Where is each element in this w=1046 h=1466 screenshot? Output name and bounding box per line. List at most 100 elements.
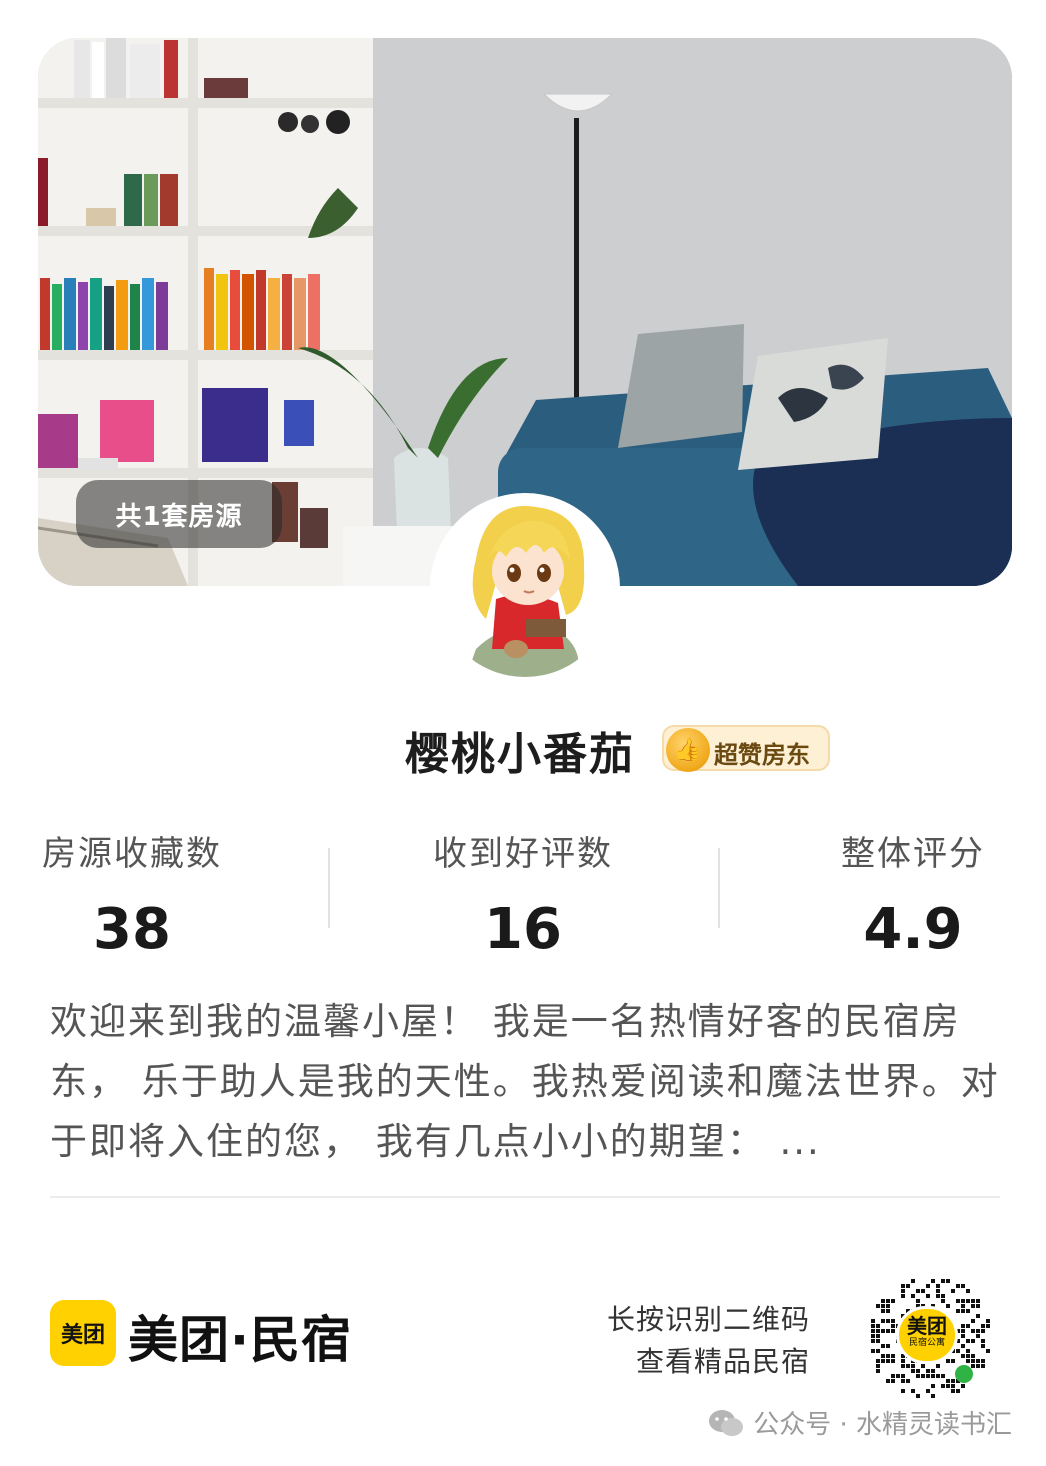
qr-dot <box>911 1389 915 1393</box>
qr-dot <box>976 1334 980 1338</box>
qr-dot <box>881 1304 885 1308</box>
qr-dot <box>956 1389 960 1393</box>
brand-name: 美团·民宿 <box>128 1311 352 1369</box>
qr-dot <box>946 1359 950 1363</box>
qr-dot <box>921 1374 925 1378</box>
qr-dot <box>941 1299 945 1303</box>
qr-dot <box>876 1339 880 1343</box>
qr-dot <box>936 1289 940 1293</box>
qr-dot <box>941 1374 945 1378</box>
listing-count-badge[interactable]: 共1套房源 <box>76 480 282 548</box>
qr-dot <box>981 1359 985 1363</box>
qr-dot <box>901 1379 905 1383</box>
qr-dot <box>966 1359 970 1363</box>
qr-dot <box>876 1304 880 1308</box>
qr-dot <box>881 1359 885 1363</box>
qr-dot <box>976 1304 980 1308</box>
qr-dot <box>941 1294 945 1298</box>
qr-dot <box>901 1294 905 1298</box>
qr-dot <box>876 1369 880 1373</box>
avatar-illustration <box>436 499 614 677</box>
qr-dot <box>951 1289 955 1293</box>
qr-dot <box>876 1359 880 1363</box>
host-bio[interactable]: 欢迎来到我的温馨小屋！ 我是一名热情好客的民宿房东， 乐于助人是我的天性。我热爱… <box>50 992 1000 1172</box>
qr-dot <box>926 1284 930 1288</box>
qr-dot <box>946 1379 950 1383</box>
meituan-logo: 美团 <box>50 1300 116 1366</box>
stat-value: 38 <box>93 897 171 962</box>
qr-dot <box>876 1334 880 1338</box>
qr-dot <box>921 1289 925 1293</box>
qr-dot <box>881 1354 885 1358</box>
qr-dot <box>901 1364 905 1368</box>
qr-dot <box>901 1284 905 1288</box>
wechat-watermark: 公众号 · 水精灵读书汇 <box>707 1404 1012 1441</box>
qr-dot <box>986 1324 990 1328</box>
qr-dot <box>981 1329 985 1333</box>
qr-dot <box>961 1309 965 1313</box>
qr-dot <box>891 1324 895 1328</box>
qr-dot <box>961 1324 965 1328</box>
qr-dot <box>981 1364 985 1368</box>
qr-dot <box>956 1349 960 1353</box>
qr-dot <box>891 1299 895 1303</box>
qr-dot <box>916 1289 920 1293</box>
qr-dot <box>961 1354 965 1358</box>
qr-dot <box>871 1329 875 1333</box>
qr-dot <box>871 1339 875 1343</box>
qr-dot <box>976 1359 980 1363</box>
host-avatar[interactable] <box>430 493 620 683</box>
qr-dot <box>911 1279 915 1283</box>
qr-dot <box>946 1279 950 1283</box>
qr-dot <box>961 1284 965 1288</box>
qr-dot <box>931 1394 935 1398</box>
watermark-text: 公众号 · 水精灵读书汇 <box>753 1410 1012 1440</box>
qr-dot <box>901 1359 905 1363</box>
qr-center-logo: 美团 民宿公寓 <box>896 1306 958 1364</box>
qr-dot <box>921 1364 925 1368</box>
qr-dot <box>986 1319 990 1323</box>
qr-dot <box>956 1309 960 1313</box>
superhost-badge[interactable]: 👍 超赞房东 <box>662 725 830 772</box>
qr-dot <box>891 1379 895 1383</box>
qr-dot <box>966 1339 970 1343</box>
qr-center-sub: 民宿公寓 <box>908 1338 945 1348</box>
qr-center-text: 美团 <box>907 1314 947 1338</box>
qr-dot <box>981 1324 985 1328</box>
qr-dot <box>876 1329 880 1333</box>
qr-dot <box>971 1304 975 1308</box>
qr-dot <box>931 1374 935 1378</box>
qr-dot <box>916 1394 920 1398</box>
stat-label: 房源收藏数 <box>42 834 222 874</box>
qr-dot <box>951 1379 955 1383</box>
scan-hint-line1: 长按识别二维码 <box>606 1303 810 1336</box>
qr-dot <box>941 1384 945 1388</box>
qr-dot <box>906 1284 910 1288</box>
qr-dot <box>876 1324 880 1328</box>
qr-dot <box>961 1329 965 1333</box>
qr-dot <box>906 1364 910 1368</box>
qr-dot <box>976 1364 980 1368</box>
qr-dot <box>931 1384 935 1388</box>
qr-dot <box>966 1289 970 1293</box>
stat-divider <box>328 848 330 928</box>
scan-hint-line2: 查看精品民宿 <box>635 1345 810 1378</box>
qr-dot <box>891 1319 895 1323</box>
qr-dot <box>956 1284 960 1288</box>
stat-good-reviews: 收到好评数 16 <box>393 826 653 962</box>
qr-dot <box>891 1354 895 1358</box>
section-divider <box>50 1196 1000 1198</box>
qr-dot <box>886 1299 890 1303</box>
superhost-badge-label: 超赞房东 <box>714 741 810 769</box>
qr-dot <box>886 1354 890 1358</box>
qr-dot <box>971 1339 975 1343</box>
qr-dot <box>886 1309 890 1313</box>
qr-dot <box>966 1324 970 1328</box>
stat-divider <box>718 848 720 928</box>
qr-dot <box>871 1319 875 1323</box>
qr-dot <box>901 1389 905 1393</box>
qr-dot <box>891 1359 895 1363</box>
qr-dot <box>971 1329 975 1333</box>
qr-dot <box>986 1349 990 1353</box>
qr-dot <box>931 1279 935 1283</box>
